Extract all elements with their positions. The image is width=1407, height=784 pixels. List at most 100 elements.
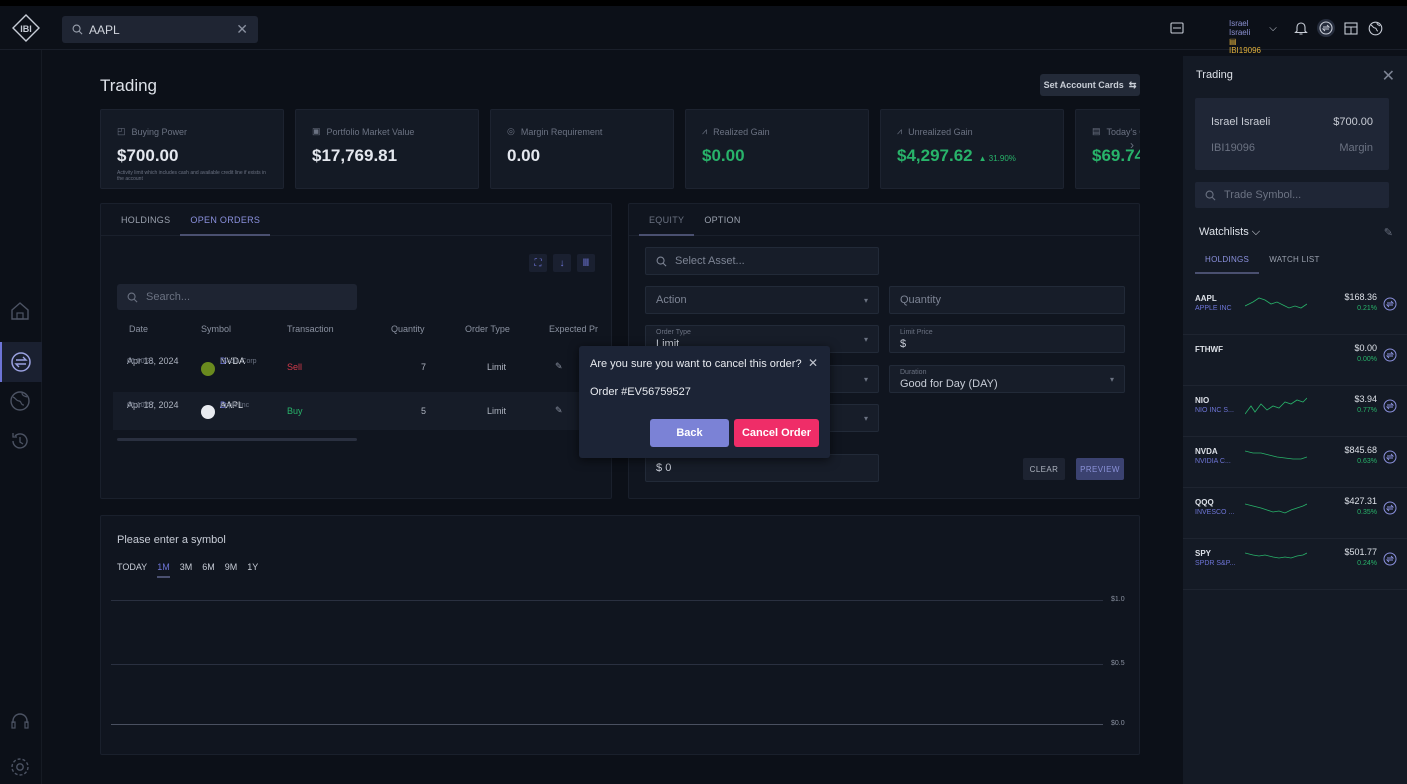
- duration-select[interactable]: Duration Good for Day (DAY) ▾: [889, 365, 1125, 393]
- quantity-input[interactable]: Quantity: [889, 286, 1125, 314]
- card-portfolio-market-value[interactable]: ▣ Portfolio Market Value $17,769.81: [295, 109, 479, 189]
- gain-icon: ⩘: [897, 126, 903, 136]
- clear-search-icon[interactable]: ✕: [236, 21, 248, 38]
- table-row[interactable]: Apr 18, 2024 06:00:31 NVDA D Nvidia Corp S…: [113, 350, 599, 388]
- edit-pencil-icon[interactable]: ✎: [555, 361, 563, 372]
- chevron-down-icon[interactable]: ⌵: [1265, 20, 1281, 36]
- top-search-input[interactable]: AAPL ✕: [62, 16, 258, 43]
- trade-icon[interactable]: [1317, 19, 1335, 37]
- layout-icon[interactable]: [1343, 20, 1359, 36]
- chevron-down-icon: ▾: [863, 375, 868, 384]
- sparkline: [1245, 450, 1307, 460]
- price: $501.77: [1344, 547, 1377, 557]
- limit-price-label: Limit Price: [900, 329, 933, 336]
- account-row-2: IBI19096 Margin: [1211, 142, 1373, 154]
- range-3m[interactable]: 3M: [180, 562, 193, 578]
- table-row[interactable]: Apr 18, 2024 05:10:57 AAPL D Apple Inc Buy…: [113, 392, 599, 430]
- tab-holdings[interactable]: HOLDINGS: [1195, 248, 1260, 274]
- trade-icon[interactable]: [1383, 501, 1397, 515]
- tab-watch-list[interactable]: WATCH LIST: [1259, 248, 1330, 274]
- watchlist-row[interactable]: QQQ INVESCO ... $427.31 0.35%: [1183, 488, 1407, 539]
- range-9m[interactable]: 9M: [225, 562, 238, 578]
- active-indicator: [0, 342, 2, 382]
- card-margin-requirement[interactable]: ◎ Margin Requirement 0.00: [490, 109, 674, 189]
- watchlist-row[interactable]: NVDA NVIDIA C... $845.68 0.63%: [1183, 437, 1407, 488]
- markets-globe-icon[interactable]: [9, 390, 33, 414]
- action-select[interactable]: Action ▾: [645, 286, 879, 314]
- amount-input[interactable]: $ 0: [645, 454, 879, 482]
- watchlist-row[interactable]: AAPL APPLE INC $168.36 0.21%: [1183, 284, 1407, 335]
- card-label-row: ⩘ Realized Gain: [702, 126, 852, 137]
- watchlists-dropdown[interactable]: Watchlists ⌵: [1199, 226, 1260, 239]
- col-date[interactable]: Date: [129, 324, 148, 334]
- col-expected-price[interactable]: Expected Pr: [549, 324, 598, 334]
- col-symbol[interactable]: Symbol: [201, 324, 231, 334]
- col-order-type[interactable]: Order Type: [465, 324, 510, 334]
- price: $3.94: [1354, 394, 1377, 404]
- home-icon[interactable]: [9, 300, 33, 324]
- trade-symbol-input[interactable]: Trade Symbol...: [1195, 182, 1389, 208]
- price: $168.36: [1344, 292, 1377, 302]
- cards-icon: ⇆: [1128, 79, 1137, 90]
- expand-icon[interactable]: ⛶: [529, 254, 547, 272]
- account-summary[interactable]: Israel Israeli $700.00 IBI19096 Margin: [1195, 98, 1389, 170]
- card-realized-gain[interactable]: ⩘ Realized Gain $0.00: [685, 109, 869, 189]
- sidebar-item-trading[interactable]: [0, 342, 42, 382]
- chart-prompt: Please enter a symbol: [117, 534, 226, 546]
- bell-icon[interactable]: [1293, 20, 1309, 36]
- tab-equity[interactable]: EQUITY: [639, 204, 695, 236]
- clear-button[interactable]: CLEAR: [1023, 458, 1065, 480]
- tab-holdings[interactable]: HOLDINGS: [111, 204, 180, 236]
- col-quantity[interactable]: Quantity: [391, 324, 425, 334]
- duration-value: Good for Day (DAY): [900, 378, 998, 390]
- download-icon[interactable]: ↓: [553, 254, 571, 272]
- watchlist-row[interactable]: NIO NIO INC S... $3.94 0.77%: [1183, 386, 1407, 437]
- settings-gear-icon[interactable]: [9, 756, 33, 780]
- watchlist-row[interactable]: SPY SPDR S&P... $501.77 0.24%: [1183, 539, 1407, 590]
- globe-icon[interactable]: [1367, 20, 1383, 36]
- y-label: $1.0: [1111, 596, 1125, 603]
- card-icon[interactable]: [1169, 20, 1185, 36]
- edit-pencil-icon[interactable]: ✎: [1384, 226, 1393, 239]
- watchlist-row[interactable]: FTHWF $0.00 0.00%: [1183, 335, 1407, 386]
- back-button[interactable]: Back: [650, 419, 729, 447]
- history-icon[interactable]: [9, 430, 33, 454]
- trade-icon[interactable]: [1383, 297, 1397, 311]
- select-asset-input[interactable]: Select Asset...: [645, 247, 879, 275]
- card-buying-power[interactable]: ◰ Buying Power $700.00 Activity limit whi…: [100, 109, 284, 189]
- horizontal-scrollbar[interactable]: [117, 438, 357, 441]
- edit-pencil-icon[interactable]: ✎: [555, 405, 563, 416]
- orders-search-input[interactable]: Search...: [117, 284, 357, 310]
- trade-icon[interactable]: [1383, 552, 1397, 566]
- symbol: AAPL: [1195, 294, 1217, 303]
- ibi-logo[interactable]: IBI: [12, 14, 40, 42]
- user-menu[interactable]: Israel Israeli ▤ IBI19096: [1229, 19, 1261, 55]
- set-account-cards-button[interactable]: Set Account Cards ⇆: [1040, 74, 1140, 96]
- cancel-order-button[interactable]: Cancel Order: [734, 419, 819, 447]
- range-1y[interactable]: 1Y: [247, 562, 258, 578]
- col-transaction[interactable]: Transaction: [287, 324, 334, 334]
- close-icon[interactable]: ✕: [808, 356, 818, 370]
- symbol: QQQ: [1195, 498, 1214, 507]
- range-6m[interactable]: 6M: [202, 562, 215, 578]
- trade-icon[interactable]: [1383, 399, 1397, 413]
- preview-button[interactable]: PREVIEW: [1076, 458, 1124, 480]
- left-sidebar: [0, 50, 42, 784]
- cards-scroll-right-icon[interactable]: ›: [1130, 138, 1144, 156]
- symbol: SPY: [1195, 549, 1212, 558]
- close-icon[interactable]: ✕: [1382, 66, 1395, 86]
- range-1m[interactable]: 1M: [157, 562, 170, 578]
- range-today[interactable]: TODAY: [117, 562, 147, 578]
- trade-icon[interactable]: [1383, 348, 1397, 362]
- card-value: 0.00: [507, 146, 541, 165]
- trade-icon[interactable]: [1383, 450, 1397, 464]
- card-label: Realized Gain: [713, 126, 770, 137]
- limit-price-input[interactable]: Limit Price $: [889, 325, 1125, 353]
- card-label-row: ▤ Today's G: [1092, 126, 1140, 137]
- tab-option[interactable]: OPTION: [694, 204, 750, 236]
- columns-icon[interactable]: Ⅲ: [577, 254, 595, 272]
- tab-open-orders[interactable]: OPEN ORDERS: [180, 204, 271, 236]
- card-unrealized-gain[interactable]: ⩘ Unrealized Gain $4,297.62 ▲ 31.90%: [880, 109, 1064, 189]
- account-value: $700.00: [1333, 116, 1373, 128]
- support-headset-icon[interactable]: [9, 710, 33, 734]
